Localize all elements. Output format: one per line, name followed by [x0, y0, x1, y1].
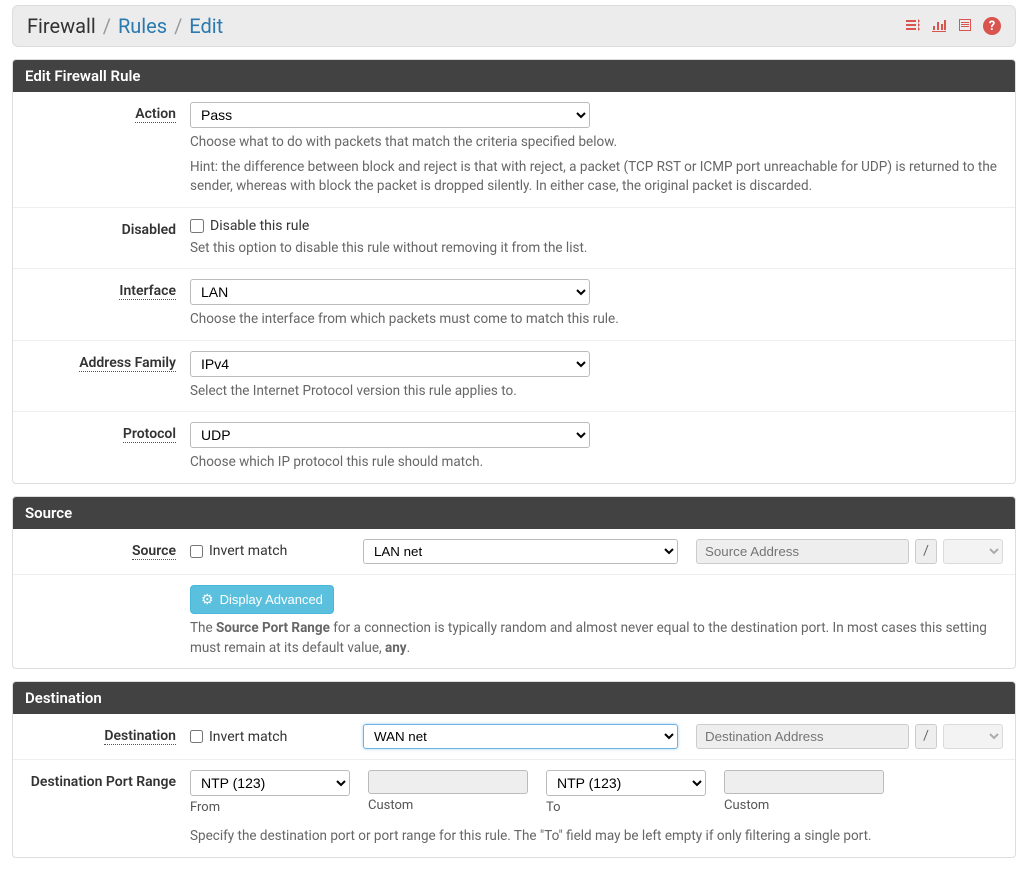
interface-hint: Choose the interface from which packets …: [190, 310, 1003, 330]
breadcrumb-sep: /: [174, 14, 182, 38]
row-interface: Interface LAN Choose the interface from …: [13, 269, 1015, 341]
display-advanced-label: Display Advanced: [220, 592, 323, 607]
panel-heading-source: Source: [13, 497, 1015, 529]
label-protocol: Protocol: [123, 426, 176, 443]
source-slash: /: [915, 539, 937, 564]
dest-mask-select: [943, 724, 1003, 749]
help-icon[interactable]: ?: [983, 17, 1001, 35]
dest-port-to-select[interactable]: NTP (123): [546, 770, 706, 796]
row-disabled: Disabled Disable this rule Set this opti…: [13, 208, 1015, 270]
breadcrumb-rules[interactable]: Rules: [118, 14, 167, 38]
breadcrumb-edit[interactable]: Edit: [189, 14, 223, 38]
source-port-hint: The Source Port Range for a connection i…: [190, 619, 1003, 658]
dest-invert-label: Invert match: [209, 729, 287, 745]
row-dest-port-range: Destination Port Range NTP (123) From Cu…: [13, 760, 1015, 857]
breadcrumb-root: Firewall: [27, 14, 96, 38]
dest-address-input: [696, 724, 909, 749]
settings-icon[interactable]: [905, 17, 921, 36]
source-invert-label: Invert match: [209, 543, 287, 559]
panel-source: Source Source Invert match LAN net: [12, 496, 1016, 669]
breadcrumb: Firewall / Rules / Edit: [27, 14, 223, 38]
disabled-checkbox-label: Disable this rule: [210, 218, 309, 234]
header-icons: ?: [905, 17, 1001, 36]
protocol-select[interactable]: UDP: [190, 422, 590, 448]
breadcrumb-sep: /: [103, 14, 111, 38]
dest-port-from-select[interactable]: NTP (123): [190, 770, 350, 796]
row-source: Source Invert match LAN net /: [13, 529, 1015, 575]
page-header: Firewall / Rules / Edit ?: [12, 5, 1016, 47]
chart-icon[interactable]: [931, 17, 947, 36]
dest-port-from-custom: [368, 770, 528, 794]
display-advanced-button[interactable]: Display Advanced: [190, 585, 334, 614]
dest-port-hint: Specify the destination port or port ran…: [190, 827, 1003, 847]
dest-port-to-custom: [724, 770, 884, 794]
gear-icon: [201, 591, 214, 608]
row-action: Action Pass Choose what to do with packe…: [13, 92, 1015, 208]
dest-type-select[interactable]: WAN net: [363, 724, 678, 749]
af-select[interactable]: IPv4: [190, 351, 590, 377]
row-af: Address Family IPv4 Select the Internet …: [13, 341, 1015, 413]
dest-slash: /: [915, 724, 937, 749]
label-disabled: Disabled: [122, 222, 176, 238]
source-mask-select: [943, 539, 1003, 564]
action-hint2: Hint: the difference between block and r…: [190, 158, 1003, 197]
port-from-custom-label: Custom: [368, 798, 528, 813]
action-hint1: Choose what to do with packets that matc…: [190, 133, 1003, 153]
row-protocol: Protocol UDP Choose which IP protocol th…: [13, 412, 1015, 483]
interface-select[interactable]: LAN: [190, 279, 590, 305]
row-destination: Destination Invert match WAN net /: [13, 714, 1015, 760]
disabled-checkbox[interactable]: [190, 219, 204, 233]
row-source-advanced: Display Advanced The Source Port Range f…: [13, 575, 1015, 668]
port-from-label: From: [190, 800, 350, 815]
panel-heading-edit: Edit Firewall Rule: [13, 60, 1015, 92]
label-af: Address Family: [79, 355, 176, 372]
label-dest-port-range: Destination Port Range: [31, 774, 176, 790]
port-to-label: To: [546, 800, 706, 815]
label-source: Source: [132, 543, 176, 560]
dest-invert-checkbox[interactable]: [190, 730, 203, 743]
panel-destination: Destination Destination Invert match WAN…: [12, 681, 1016, 858]
label-destination: Destination: [104, 728, 176, 745]
panel-edit-rule: Edit Firewall Rule Action Pass Choose wh…: [12, 59, 1016, 484]
source-address-input: [696, 539, 909, 564]
port-to-custom-label: Custom: [724, 798, 884, 813]
protocol-hint: Choose which IP protocol this rule shoul…: [190, 453, 1003, 473]
log-icon[interactable]: [957, 17, 973, 36]
action-select[interactable]: Pass: [190, 102, 590, 128]
af-hint: Select the Internet Protocol version thi…: [190, 382, 1003, 402]
label-interface: Interface: [119, 283, 176, 300]
source-invert-checkbox[interactable]: [190, 545, 203, 558]
disabled-hint: Set this option to disable this rule wit…: [190, 239, 1003, 259]
panel-heading-destination: Destination: [13, 682, 1015, 714]
label-action: Action: [135, 106, 176, 123]
source-type-select[interactable]: LAN net: [363, 539, 678, 564]
